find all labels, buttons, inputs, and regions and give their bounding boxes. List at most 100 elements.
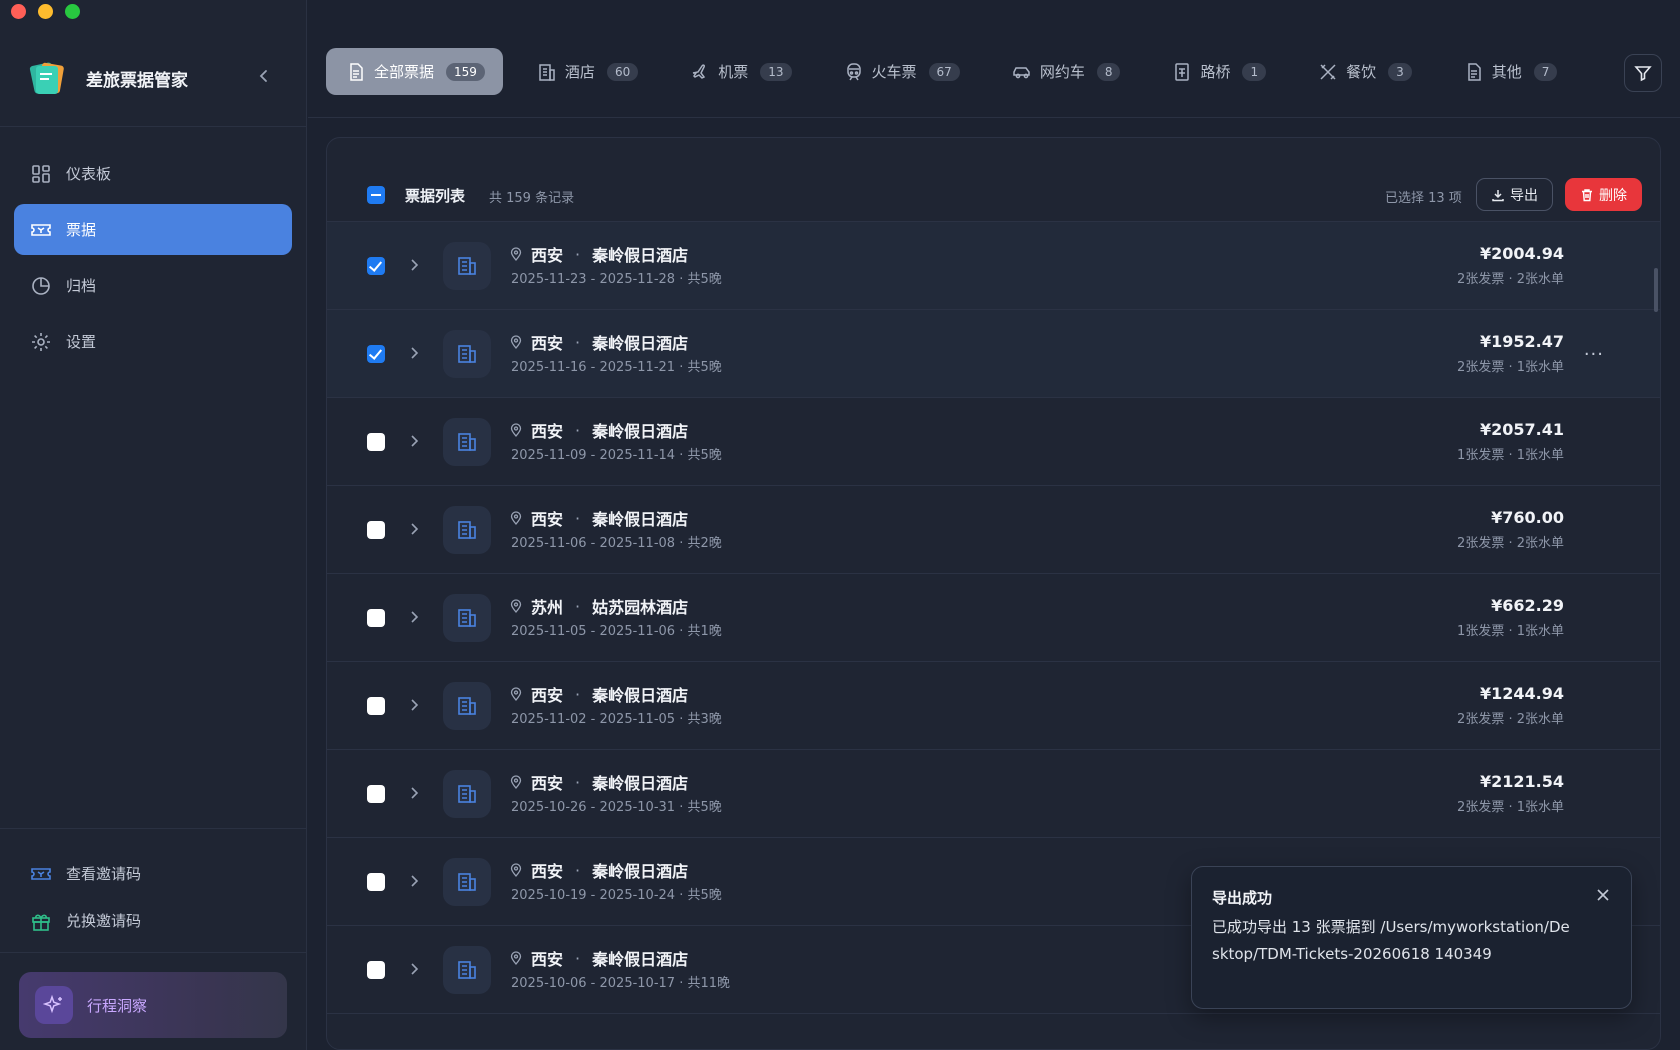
separator: · (575, 508, 581, 528)
chevron-right-icon[interactable] (407, 874, 421, 888)
tab-all-tickets[interactable]: 全部票据 159 (326, 48, 503, 95)
row-checkbox[interactable] (367, 257, 385, 275)
row-hotel-name: 秦岭假日酒店 (592, 774, 689, 793)
row-city: 西安 (531, 246, 564, 265)
sidebar-item-archive[interactable]: 归档 (14, 260, 292, 311)
hotel-icon (443, 682, 491, 730)
table-row[interactable]: 西安 · 秦岭假日酒店 2025-11-06 - 2025-11-08 · 共2… (327, 486, 1660, 574)
row-amount: ¥662.29 (1491, 596, 1564, 615)
sidebar-item-settings[interactable]: 设置 (14, 316, 292, 367)
scrollbar-thumb[interactable] (1654, 268, 1658, 312)
tab-label: 餐饮 (1346, 63, 1377, 81)
row-checkbox[interactable] (367, 961, 385, 979)
tab-flight[interactable]: 机票 13 (670, 48, 809, 95)
tab-train[interactable]: 火车票 67 (824, 48, 978, 95)
sparkle-icon (35, 986, 73, 1024)
window-controls (11, 4, 80, 19)
view-invite-code-link[interactable]: 查看邀请码 (30, 850, 141, 897)
row-city: 西安 (531, 510, 564, 529)
row-title: 西安 · 秦岭假日酒店 (509, 682, 688, 706)
ticket-icon (31, 867, 51, 880)
toast-close-button[interactable] (1595, 887, 1611, 903)
location-pin-icon (510, 247, 522, 261)
row-city: 西安 (531, 686, 564, 705)
filter-button[interactable] (1624, 54, 1662, 92)
row-checkbox[interactable] (367, 697, 385, 715)
hotel-icon (443, 418, 491, 466)
table-row[interactable]: 苏州 · 姑苏园林酒店 2025-11-05 - 2025-11-06 · 共1… (327, 574, 1660, 662)
row-checkbox[interactable] (367, 873, 385, 891)
redeem-invite-code-link[interactable]: 兑换邀请码 (30, 897, 141, 944)
row-hotel-name: 秦岭假日酒店 (592, 334, 689, 353)
chevron-right-icon[interactable] (407, 522, 421, 536)
hotel-icon (443, 330, 491, 378)
row-title: 西安 · 秦岭假日酒店 (509, 242, 688, 266)
row-dates: 2025-11-16 - 2025-11-21 · 共5晚 (511, 360, 722, 375)
location-pin-icon (510, 599, 522, 613)
close-window-button[interactable] (11, 4, 26, 19)
sidebar-item-dashboard[interactable]: 仪表板 (14, 148, 292, 199)
chevron-right-icon[interactable] (407, 786, 421, 800)
row-checkbox[interactable] (367, 785, 385, 803)
separator: · (575, 332, 581, 352)
row-checkbox[interactable] (367, 521, 385, 539)
chevron-right-icon[interactable] (407, 698, 421, 712)
tab-count-badge: 159 (446, 62, 485, 81)
toast-title: 导出成功 (1212, 889, 1273, 907)
utensils-icon (1320, 63, 1336, 80)
document-icon (1468, 62, 1481, 81)
row-dates: 2025-11-05 - 2025-11-06 · 共1晚 (511, 624, 722, 639)
zoom-window-button[interactable] (65, 4, 80, 19)
row-more-button[interactable]: ··· (1584, 344, 1604, 365)
sidebar-divider (0, 126, 307, 127)
delete-button[interactable]: 删除 (1565, 178, 1642, 211)
tab-other[interactable]: 其他 7 (1444, 48, 1576, 95)
tab-label: 网约车 (1039, 63, 1085, 81)
filter-icon (1634, 66, 1652, 82)
tab-dining[interactable]: 餐饮 3 (1298, 48, 1430, 95)
table-row[interactable]: 西安 · 秦岭假日酒店 2025-11-02 - 2025-11-05 · 共3… (327, 662, 1660, 750)
chevron-right-icon[interactable] (407, 610, 421, 624)
trip-insights-button[interactable]: 行程洞察 (19, 972, 287, 1038)
sidebar-item-tickets[interactable]: 票据 (14, 204, 292, 255)
location-pin-icon (510, 423, 522, 437)
select-all-checkbox[interactable] (367, 186, 385, 204)
row-title: 西安 · 秦岭假日酒店 (509, 418, 688, 442)
export-success-toast: 导出成功 已成功导出 13 张票据到 /Users/myworkstation/… (1191, 866, 1632, 1009)
view-invite-code-label: 查看邀请码 (66, 865, 142, 883)
table-row[interactable]: 西安 · 秦岭假日酒店 2025-11-23 - 2025-11-28 · 共5… (327, 222, 1660, 310)
row-checkbox[interactable] (367, 609, 385, 627)
minimize-window-button[interactable] (38, 4, 53, 19)
car-icon (1013, 66, 1030, 78)
row-hotel-name: 秦岭假日酒店 (592, 950, 689, 969)
chevron-right-icon[interactable] (407, 962, 421, 976)
separator: · (575, 420, 581, 440)
record-count: 共 159 条记录 (489, 191, 575, 206)
tab-toll[interactable]: 路桥 1 (1152, 48, 1284, 95)
row-title: 西安 · 秦岭假日酒店 (509, 330, 688, 354)
row-checkbox[interactable] (367, 345, 385, 363)
chevron-right-icon[interactable] (407, 434, 421, 448)
tab-hotel[interactable]: 酒店 60 (517, 48, 656, 95)
row-dates: 2025-11-06 - 2025-11-08 · 共2晚 (511, 536, 722, 551)
row-checkbox[interactable] (367, 433, 385, 451)
row-invoice-meta: 2张发票 · 1张水单 (1457, 360, 1564, 375)
gear-icon (32, 332, 50, 351)
separator: · (575, 948, 581, 968)
row-title: 西安 · 秦岭假日酒店 (509, 770, 688, 794)
delete-label: 删除 (1599, 187, 1627, 204)
chevron-right-icon[interactable] (407, 346, 421, 360)
collapse-sidebar-button[interactable] (254, 66, 274, 86)
row-invoice-meta: 2张发票 · 1张水单 (1457, 800, 1564, 815)
tab-count-badge: 8 (1096, 62, 1121, 81)
tab-ride-hailing[interactable]: 网约车 8 (992, 48, 1139, 95)
separator: · (575, 860, 581, 880)
chevron-right-icon[interactable] (407, 258, 421, 272)
separator: · (575, 684, 581, 704)
chevron-left-icon (259, 70, 267, 82)
export-button[interactable]: 导出 (1476, 178, 1553, 211)
table-row[interactable]: 西安 · 秦岭假日酒店 2025-11-16 - 2025-11-21 · 共5… (327, 310, 1660, 398)
table-row[interactable]: 西安 · 秦岭假日酒店 2025-10-26 - 2025-10-31 · 共5… (327, 750, 1660, 838)
table-row[interactable]: 西安 · 秦岭假日酒店 2025-11-09 - 2025-11-14 · 共5… (327, 398, 1660, 486)
row-hotel-name: 秦岭假日酒店 (592, 686, 689, 705)
